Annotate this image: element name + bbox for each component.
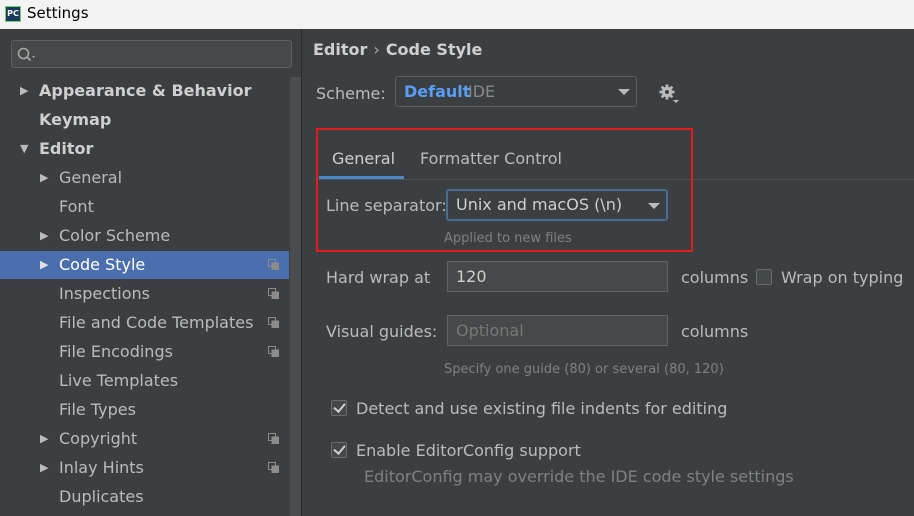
project-settings-icon bbox=[268, 346, 279, 357]
expand-right-arrow-icon[interactable]: ▶ bbox=[20, 77, 28, 105]
project-settings-icon bbox=[268, 259, 279, 270]
project-settings-icon bbox=[268, 288, 279, 299]
pycharm-app-icon: PC bbox=[5, 6, 21, 22]
visual-guides-input[interactable]: Optional bbox=[447, 315, 668, 346]
hard-wrap-input[interactable]: 120 bbox=[447, 261, 668, 292]
breadcrumb-separator: › bbox=[373, 40, 380, 59]
sidebar-item-editor[interactable]: ▼ Editor bbox=[0, 135, 289, 163]
sidebar-item-label: File Types bbox=[59, 400, 136, 419]
expand-down-arrow-icon[interactable]: ▼ bbox=[20, 135, 28, 163]
chevron-down-icon bbox=[618, 89, 630, 95]
sidebar-item-label: Inspections bbox=[59, 284, 150, 303]
sidebar-item-font[interactable]: Font bbox=[0, 193, 289, 221]
sidebar-item-label: General bbox=[59, 168, 123, 187]
project-settings-icon bbox=[268, 433, 279, 444]
scheme-value: Default bbox=[404, 82, 471, 101]
sidebar-item-label: Inlay Hints bbox=[59, 458, 144, 477]
sidebar-item-label: File Encodings bbox=[59, 342, 173, 361]
visual-guides-hint: Specify one guide (80) or several (80, 1… bbox=[444, 362, 724, 377]
sidebar-item-label: Editor bbox=[39, 139, 94, 158]
sidebar-item-color-scheme[interactable]: ▶ Color Scheme bbox=[0, 222, 289, 250]
settings-search-input[interactable] bbox=[11, 40, 292, 68]
sidebar-item-general[interactable]: ▶ General bbox=[0, 164, 289, 192]
scheme-dropdown[interactable]: Default IDE bbox=[395, 76, 637, 107]
scheme-label: Scheme: bbox=[316, 84, 386, 103]
sidebar-item-live-templates[interactable]: Live Templates bbox=[0, 367, 289, 395]
editorconfig-description: EditorConfig may override the IDE code s… bbox=[364, 467, 794, 486]
expand-right-arrow-icon[interactable]: ▶ bbox=[40, 251, 48, 279]
sidebar-item-label: Live Templates bbox=[59, 371, 179, 390]
wrap-on-typing-label: Wrap on typing bbox=[781, 268, 904, 287]
editorconfig-label: Enable EditorConfig support bbox=[356, 441, 581, 460]
window-title: Settings bbox=[27, 4, 89, 22]
wrap-on-typing-checkbox[interactable] bbox=[756, 269, 772, 285]
breadcrumb: Editor › Code Style bbox=[313, 40, 482, 59]
sidebar-item-label: Appearance & Behavior bbox=[39, 81, 252, 100]
sidebar-item-file-and-code-templates[interactable]: File and Code Templates bbox=[0, 309, 289, 337]
sidebar-item-label: Color Scheme bbox=[59, 226, 171, 245]
project-settings-icon bbox=[268, 317, 279, 328]
expand-right-arrow-icon[interactable]: ▶ bbox=[40, 425, 48, 453]
breadcrumb-parent: Editor bbox=[313, 40, 368, 59]
project-settings-icon bbox=[268, 462, 279, 473]
sidebar-item-label: Copyright bbox=[59, 429, 138, 448]
sidebar-item-file-types[interactable]: File Types bbox=[0, 396, 289, 424]
hard-wrap-label: Hard wrap at bbox=[326, 268, 431, 287]
search-icon bbox=[17, 47, 35, 62]
sidebar-scrollbar[interactable] bbox=[290, 77, 301, 516]
sidebar-item-label: Keymap bbox=[39, 110, 112, 129]
sidebar-item-appearance-behavior[interactable]: ▶ Appearance & Behavior bbox=[0, 77, 289, 105]
visual-guides-label: Visual guides: bbox=[326, 322, 438, 341]
title-bar: PC Settings bbox=[0, 0, 914, 29]
visual-guides-unit: columns bbox=[681, 322, 749, 341]
detect-indents-checkbox[interactable] bbox=[331, 400, 347, 416]
expand-right-arrow-icon[interactable]: ▶ bbox=[40, 222, 48, 250]
expand-right-arrow-icon[interactable]: ▶ bbox=[40, 454, 48, 482]
code-style-panel: Editor › Code Style Scheme: Default IDE Ge… bbox=[302, 29, 914, 516]
sidebar-item-file-encodings[interactable]: File Encodings bbox=[0, 338, 289, 366]
settings-sidebar: ▶ Appearance & Behavior Keymap ▼ Editor ▶ Gene… bbox=[0, 29, 301, 516]
sidebar-item-code-style[interactable]: ▶ Code Style bbox=[0, 251, 289, 279]
sidebar-item-label: Font bbox=[59, 197, 94, 216]
sidebar-item-inspections[interactable]: Inspections bbox=[0, 280, 289, 308]
editorconfig-checkbox[interactable] bbox=[331, 442, 347, 458]
hard-wrap-unit: columns bbox=[681, 268, 749, 287]
scheme-sub: IDE bbox=[468, 82, 496, 101]
sidebar-item-copyright[interactable]: ▶ Copyright bbox=[0, 425, 289, 453]
sidebar-item-label: Duplicates bbox=[59, 487, 144, 506]
breadcrumb-current: Code Style bbox=[385, 40, 483, 59]
sidebar-item-label: Code Style bbox=[59, 255, 146, 274]
sidebar-item-inlay-hints[interactable]: ▶ Inlay Hints bbox=[0, 454, 289, 482]
sidebar-item-keymap[interactable]: Keymap bbox=[0, 106, 289, 134]
sidebar-item-duplicates[interactable]: Duplicates bbox=[0, 483, 289, 511]
detect-indents-label: Detect and use existing file indents for… bbox=[356, 399, 728, 418]
gear-icon[interactable] bbox=[658, 83, 680, 105]
sidebar-item-label: File and Code Templates bbox=[59, 313, 254, 332]
expand-right-arrow-icon[interactable]: ▶ bbox=[40, 164, 48, 192]
highlight-annotation-box bbox=[316, 128, 693, 252]
